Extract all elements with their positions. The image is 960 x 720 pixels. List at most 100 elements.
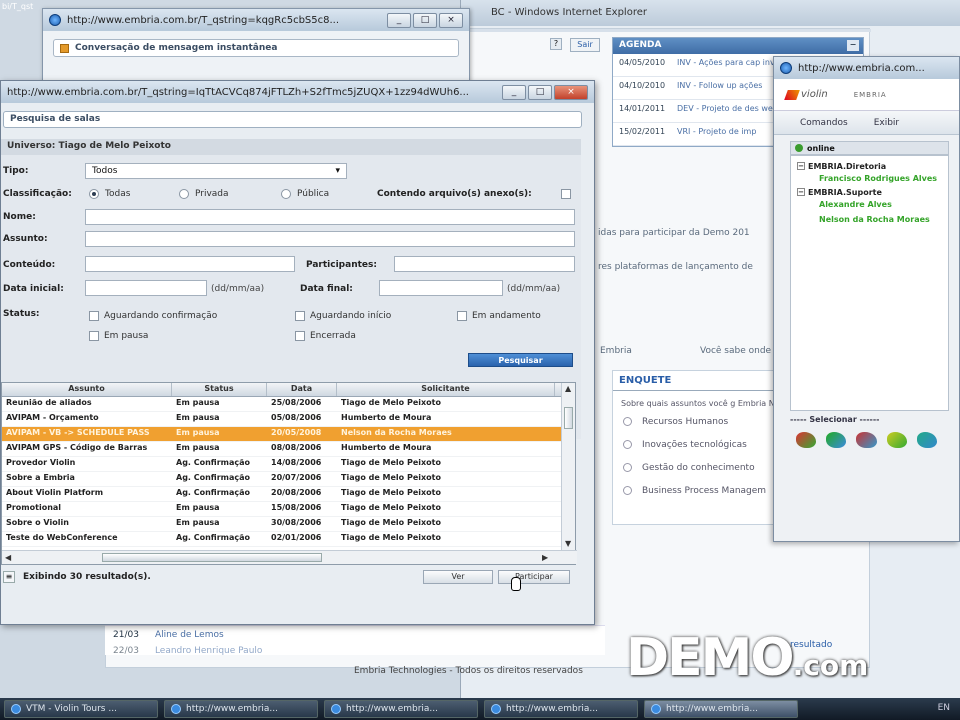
list-item[interactable]: 22/03 Leandro Henrique Paulo [105,644,605,660]
minimize-button[interactable]: _ [387,12,411,28]
radio-icon[interactable] [623,417,632,426]
contact-user[interactable]: Francisco Rodrigues Alves [797,171,942,186]
status-aguardando-confirmacao[interactable]: Aguardando confirmação [89,311,217,321]
status-encerrada[interactable]: Encerrada [295,331,356,341]
contact-group[interactable]: − EMBRIA.Suporte [797,188,942,197]
radio-icon[interactable] [179,189,189,199]
status-idle-icon[interactable] [886,432,907,448]
checkbox-icon[interactable] [89,331,99,341]
scroll-up-icon[interactable]: ▲ [565,384,571,393]
assunto-label: Assunto: [3,234,48,244]
cell-status: Ag. Confirmação [176,488,251,497]
scrollbar-thumb[interactable] [564,407,573,429]
tipo-select[interactable]: Todos ▾ [85,163,347,179]
table-row-selected[interactable]: AVIPAM - VB -> SCHEDULE PASS Em pausa 20/0… [2,427,575,442]
minimize-button[interactable]: _ [502,84,526,100]
chat-header: Conversação de mensagem instantânea [53,39,459,57]
table-row[interactable]: Reunião de aliados Em pausa 25/08/2006 Tiag… [2,397,575,412]
conteudo-input[interactable] [85,256,295,272]
radio-icon[interactable] [623,486,632,495]
radio-icon[interactable] [623,463,632,472]
table-row[interactable]: Promotional Em pausa 15/08/2006 Tiago de Me… [2,502,575,517]
table-row[interactable]: Sobre o Violin Em pausa 30/08/2006 Tiago de… [2,517,575,532]
status-aguardando-inicio[interactable]: Aguardando início [295,311,391,321]
pesquisar-button[interactable]: Pesquisar [468,353,573,367]
column-header-solicitante[interactable]: Solicitante [337,383,555,396]
scroll-right-icon[interactable]: ▶ [542,553,548,562]
chat-header-title: Conversação de mensagem instantânea [75,43,278,53]
radio-todas[interactable]: Todas [89,189,130,199]
radio-privada[interactable]: Privada [179,189,229,199]
online-status-bar[interactable]: online [790,141,949,155]
table-row[interactable]: AVIPAM GPS - Código de Barras Em pausa 08/… [2,442,575,457]
scrollbar-thumb[interactable] [102,553,322,562]
participar-button[interactable]: Participar [498,570,570,584]
taskbar-item[interactable]: http://www.embria... [484,700,638,718]
maximize-button[interactable]: □ [413,12,437,28]
contact-user[interactable]: Nelson da Rocha Moraes [797,212,942,227]
taskbar-item[interactable]: VTM - Violin Tours ... [4,700,158,718]
radio-icon[interactable] [623,440,632,449]
status-offline-icon[interactable] [916,432,938,448]
taskbar-item[interactable]: http://www.embria... [164,700,318,718]
participantes-input[interactable] [394,256,575,272]
checkbox-icon[interactable] [295,331,305,341]
list-item-name[interactable]: Aline de Lemos [155,630,224,640]
assunto-input[interactable] [85,231,575,247]
table-row[interactable]: AVIPAM - Orçamento Em pausa 05/08/2006 Humb… [2,412,575,427]
checkbox-icon[interactable] [89,311,99,321]
list-item[interactable]: 21/03 Aline de Lemos [105,626,605,644]
voce-sabe-link[interactable]: Você sabe onde [700,346,771,356]
agenda-text[interactable]: VRI - Projeto de imp [677,127,756,141]
close-button[interactable]: × [554,84,588,100]
checkbox-icon[interactable] [457,311,467,321]
data-inicial-input[interactable] [85,280,207,296]
radio-publica[interactable]: Pública [281,189,329,199]
agenda-text[interactable]: INV - Follow up ações [677,81,762,95]
sair-button[interactable]: Sair [570,38,600,52]
cell-assunto: AVIPAM - VB -> SCHEDULE PASS [6,428,150,437]
data-final-input[interactable] [379,280,503,296]
minimize-icon[interactable]: − [847,40,859,51]
table-row[interactable]: About Violin Platform Ag. Confirmação 20/0… [2,487,575,502]
maximize-button[interactable]: □ [528,84,552,100]
embria-link[interactable]: Embria [600,346,632,356]
radio-icon[interactable] [89,189,99,199]
nome-input[interactable] [85,209,575,225]
column-header-status[interactable]: Status [172,383,267,396]
checkbox-icon[interactable] [295,311,305,321]
table-row[interactable]: Sobre a Embria Ag. Confirmação 20/07/2006 T… [2,472,575,487]
contact-group[interactable]: − EMBRIA.Diretoria [797,162,942,171]
table-row[interactable]: Provedor Violin Ag. Confirmação 14/08/2006… [2,457,575,472]
close-button[interactable]: × [439,12,463,28]
status-select-label[interactable]: ----- Selecionar ------ [790,415,943,424]
cell-solicitante: Tiago de Melo Peixoto [341,458,441,467]
horizontal-scrollbar[interactable]: ◀ ▶ [2,550,577,564]
status-online-icon[interactable] [826,432,847,448]
menu-comandos[interactable]: Comandos [800,118,848,128]
scroll-left-icon[interactable]: ◀ [5,553,11,562]
anexo-checkbox[interactable] [561,189,571,199]
taskbar-item-active[interactable]: http://www.embria... [644,700,798,718]
list-item-name[interactable]: Leandro Henrique Paulo [155,646,262,656]
status-busy-icon[interactable] [796,432,817,448]
scroll-down-icon[interactable]: ▼ [565,539,571,548]
column-header-assunto[interactable]: Assunto [2,383,172,396]
status-em-pausa[interactable]: Em pausa [89,331,148,341]
help-icon[interactable]: ? [550,38,562,50]
ver-button[interactable]: Ver [423,570,493,584]
radio-icon[interactable] [281,189,291,199]
status-away-icon[interactable] [856,432,877,448]
collapse-icon[interactable]: − [797,162,805,170]
contact-user[interactable]: Alexandre Alves [797,197,942,212]
status-em-andamento[interactable]: Em andamento [457,311,541,321]
column-header-data[interactable]: Data [267,383,337,396]
checkbox-icon[interactable] [561,189,571,199]
vertical-scrollbar[interactable]: ▲ ▼ [561,383,575,551]
language-indicator[interactable]: EN [938,703,950,715]
taskbar-item[interactable]: http://www.embria... [324,700,478,718]
cell-solicitante: Tiago de Melo Peixoto [341,533,441,542]
menu-exibir[interactable]: Exibir [874,118,899,128]
table-row[interactable]: Teste do WebConference Ag. Confirmação 02/… [2,532,575,547]
collapse-icon[interactable]: − [797,188,805,196]
